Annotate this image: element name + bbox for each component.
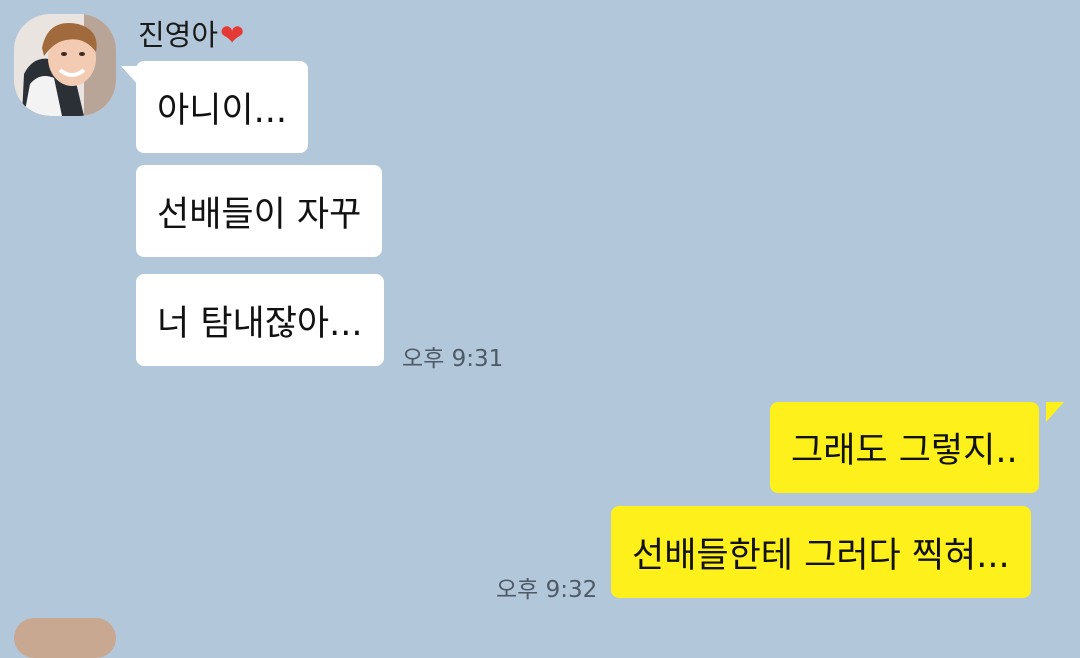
incoming-message-3[interactable]: 너 탐내잖아...	[136, 274, 384, 366]
heart-icon: ❤	[220, 17, 245, 52]
message-text: 아니이...	[157, 90, 287, 131]
avatar-photo	[14, 14, 116, 116]
sender-avatar[interactable]	[14, 14, 116, 116]
incoming-message-1[interactable]: 아니이...	[136, 61, 308, 153]
message-text: 너 탐내잖아...	[157, 303, 363, 344]
message-text: 그래도 그렇지..	[791, 431, 1018, 471]
outgoing-bubble-tail	[1046, 402, 1064, 422]
message-text: 선배들이 자꾸	[157, 194, 362, 235]
outgoing-message-2[interactable]: 선배들한테 그러다 찍혀...	[611, 506, 1031, 598]
next-sender-avatar[interactable]	[14, 618, 116, 658]
incoming-message-2[interactable]: 선배들이 자꾸	[136, 165, 383, 257]
outgoing-message-1[interactable]: 그래도 그렇지..	[770, 402, 1039, 493]
sender-name-text: 진영아	[138, 18, 219, 52]
outgoing-timestamp: 오후 9:32	[496, 577, 598, 603]
message-text: 선배들한테 그러다 찍혀...	[632, 535, 1010, 576]
sender-name: 진영아 ❤	[138, 15, 244, 55]
incoming-timestamp: 오후 9:31	[402, 346, 504, 372]
